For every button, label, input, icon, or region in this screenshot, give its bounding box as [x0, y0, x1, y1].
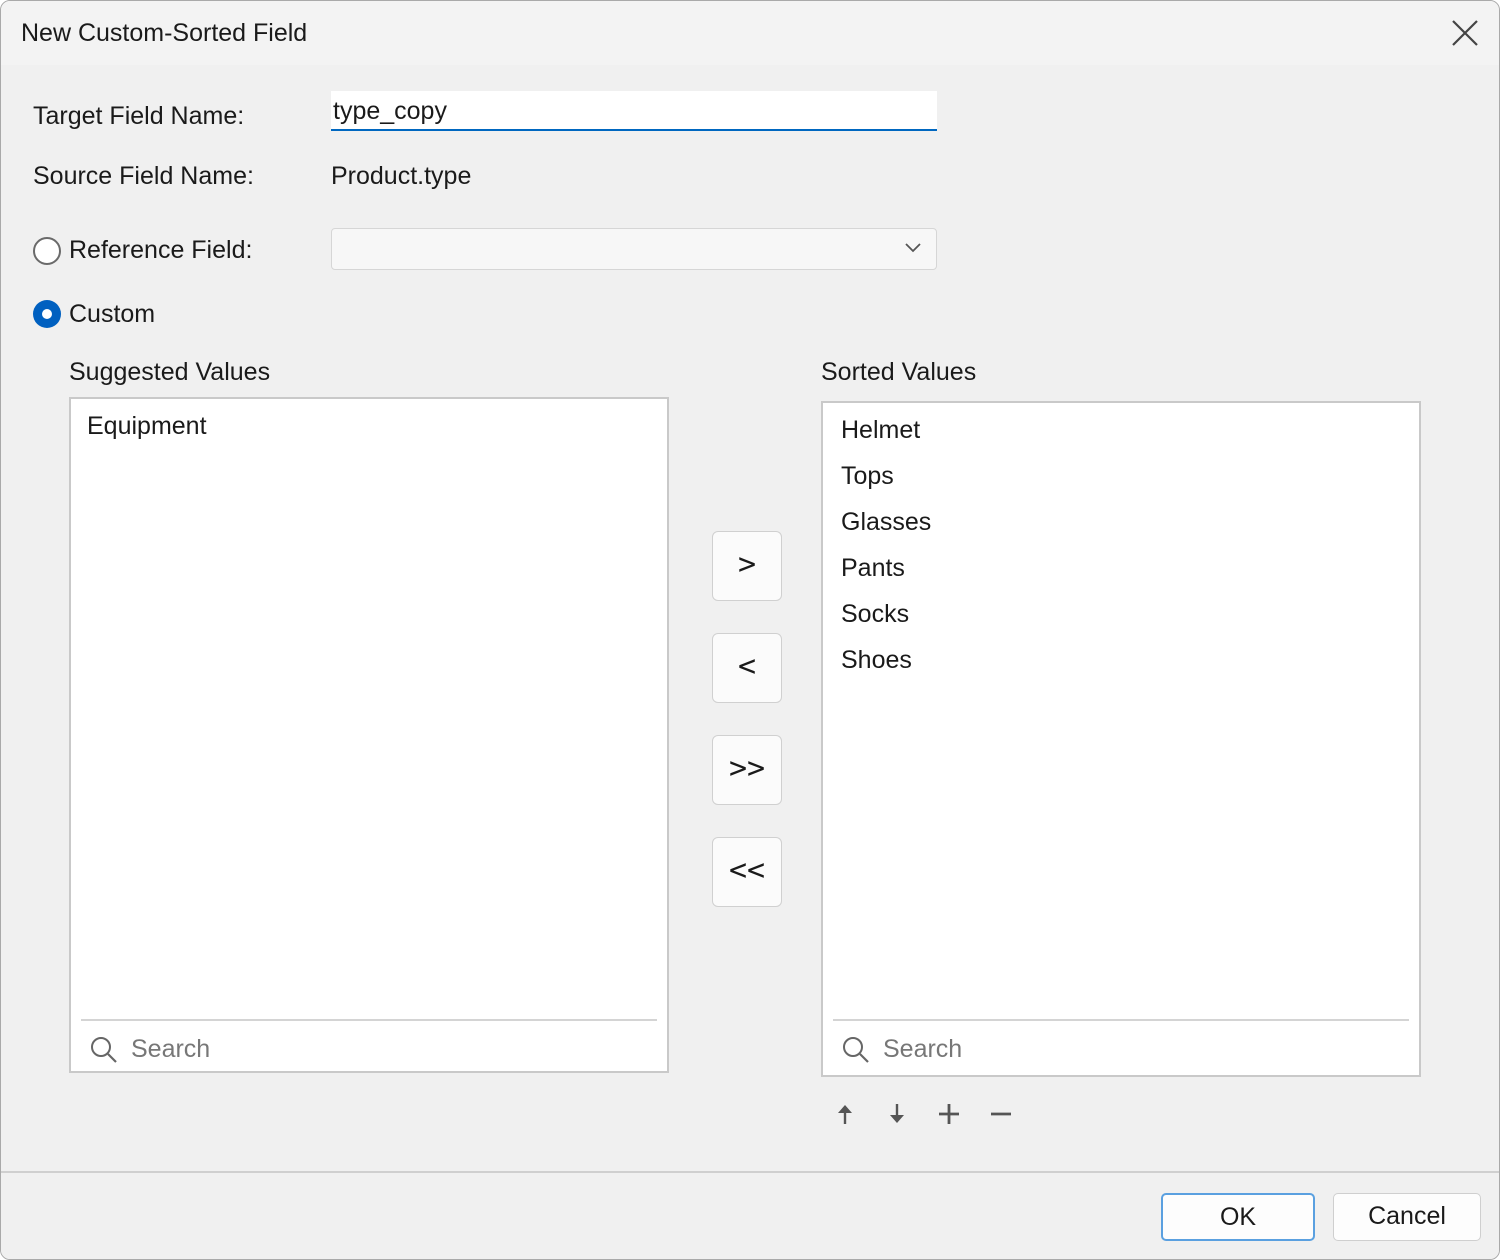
list-item[interactable]: Pants — [841, 553, 931, 599]
remove-all-button[interactable]: << — [712, 837, 782, 907]
list-item[interactable]: Helmet — [841, 415, 931, 461]
custom-sorted-field-dialog: New Custom-Sorted Field Target Field Nam… — [0, 0, 1500, 1260]
cancel-button[interactable]: Cancel — [1333, 1193, 1481, 1241]
list-item[interactable]: Socks — [841, 599, 931, 645]
reference-field-dropdown[interactable] — [331, 228, 937, 270]
search-divider — [81, 1019, 657, 1021]
reference-field-label[interactable]: Reference Field: — [69, 235, 252, 265]
source-field-value: Product.type — [331, 162, 472, 190]
list-item[interactable]: Shoes — [841, 645, 931, 691]
list-item[interactable]: Equipment — [87, 411, 207, 457]
sorted-values-list[interactable]: Helmet Tops Glasses Pants Socks Shoes — [821, 401, 1421, 1077]
search-icon — [91, 1037, 117, 1063]
search-icon — [843, 1037, 869, 1063]
dialog-title: New Custom-Sorted Field — [21, 19, 308, 47]
target-field-input[interactable]: type_copy — [331, 91, 937, 131]
dialog-footer: OK Cancel — [1, 1171, 1499, 1259]
remove-selected-button[interactable]: < — [712, 633, 782, 703]
suggested-values-list[interactable]: Equipment — [69, 397, 669, 1073]
ok-button[interactable]: OK — [1161, 1193, 1315, 1241]
suggested-values-title: Suggested Values — [69, 358, 271, 386]
source-field-label: Source Field Name: — [33, 162, 254, 190]
close-button[interactable] — [1445, 15, 1485, 51]
list-item[interactable]: Tops — [841, 461, 931, 507]
search-divider — [833, 1019, 1409, 1021]
custom-radio[interactable] — [33, 300, 61, 328]
close-icon — [1452, 20, 1478, 46]
list-item[interactable]: Glasses — [841, 507, 931, 553]
add-all-button[interactable]: >> — [712, 735, 782, 805]
title-bar: New Custom-Sorted Field — [1, 1, 1499, 65]
add-selected-button[interactable]: > — [712, 531, 782, 601]
arrow-down-icon[interactable] — [884, 1101, 910, 1127]
plus-icon[interactable] — [936, 1101, 962, 1127]
reference-field-radio[interactable] — [33, 237, 61, 265]
arrow-up-icon[interactable] — [832, 1101, 858, 1127]
custom-label[interactable]: Custom — [69, 299, 155, 329]
suggested-search-input[interactable] — [129, 1029, 613, 1069]
minus-icon[interactable] — [988, 1101, 1014, 1127]
chevron-down-icon — [905, 243, 921, 253]
sorted-values-title: Sorted Values — [821, 358, 977, 386]
target-field-label: Target Field Name: — [33, 102, 245, 130]
sorted-search-input[interactable] — [881, 1029, 1365, 1069]
